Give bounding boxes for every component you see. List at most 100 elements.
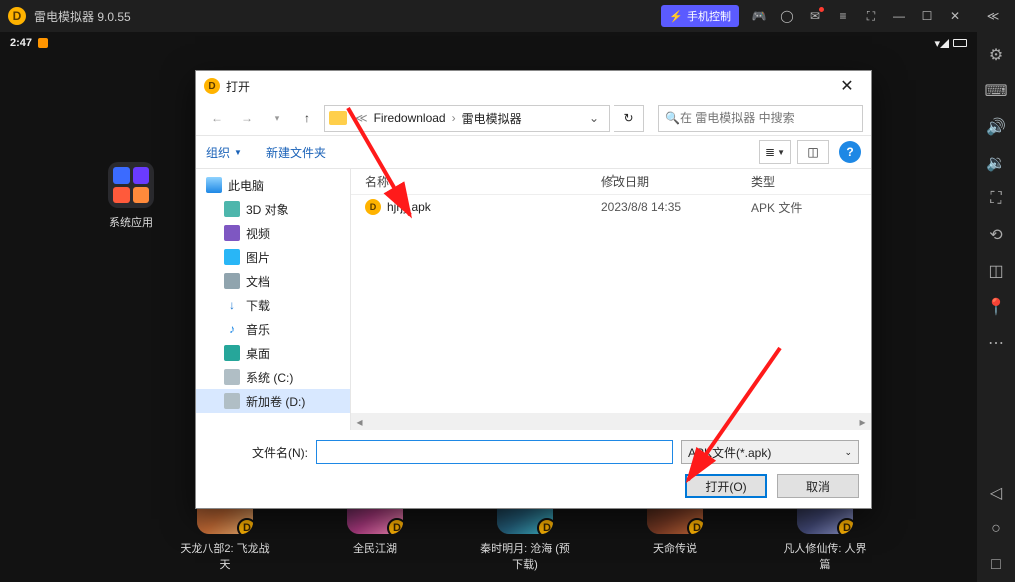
- phone-control-button[interactable]: ⚡ 手机控制: [661, 5, 739, 27]
- tree-this-pc[interactable]: 此电脑: [196, 173, 350, 197]
- col-date[interactable]: 修改日期: [601, 173, 751, 190]
- file-date: 2023/8/8 14:35: [601, 200, 751, 214]
- system-apps-label: 系统应用: [100, 214, 162, 230]
- tree-documents[interactable]: 文档: [196, 269, 350, 293]
- side-fullscreen-icon[interactable]: ⛶: [979, 182, 1013, 216]
- dialog-close-button[interactable]: ✕: [827, 72, 867, 100]
- android-recent-button[interactable]: □: [979, 548, 1013, 582]
- user-icon[interactable]: ◯: [773, 2, 801, 30]
- filetype-select[interactable]: APK文件(*.apk) ⌄: [681, 440, 859, 464]
- scroll-right-icon[interactable]: ▸: [854, 413, 871, 430]
- file-row[interactable]: D hjrjy.apk 2023/8/8 14:35 APK 文件: [351, 195, 871, 219]
- apk-file-icon: D: [365, 199, 381, 215]
- statusbar-time: 2:47: [10, 37, 32, 49]
- scroll-left-icon[interactable]: ◂: [351, 413, 368, 430]
- game-label: 天命传说: [630, 540, 720, 556]
- col-label: 名称: [365, 175, 389, 189]
- address-dropdown-icon[interactable]: ⌄: [583, 111, 605, 125]
- tree-c-drive[interactable]: 系统 (C:): [196, 365, 350, 389]
- system-apps-shortcut[interactable]: 系统应用: [100, 162, 162, 230]
- breadcrumb[interactable]: 雷电模拟器: [462, 110, 522, 127]
- filename-input[interactable]: [316, 440, 673, 464]
- mic-indicator-icon: [38, 38, 48, 48]
- emulator-close-button[interactable]: ✕: [941, 2, 969, 30]
- preview-pane-button[interactable]: ◫: [797, 140, 829, 164]
- android-back-button[interactable]: ◁: [979, 476, 1013, 510]
- column-headers: ▴ 名称 修改日期 类型: [351, 169, 871, 195]
- tree-desktop[interactable]: 桌面: [196, 341, 350, 365]
- tree-music[interactable]: ♪音乐: [196, 317, 350, 341]
- tree-3d-objects[interactable]: 3D 对象: [196, 197, 350, 221]
- tree-label: 桌面: [246, 345, 270, 362]
- tree-label: 系统 (C:): [246, 369, 293, 386]
- game-label: 天龙八部2: 飞龙战天: [180, 540, 270, 572]
- chevron-right-icon: ›: [450, 111, 458, 125]
- chevron-down-icon: ⌄: [844, 447, 852, 458]
- refresh-button[interactable]: ↻: [614, 105, 644, 132]
- minimize-button[interactable]: —: [885, 2, 913, 30]
- nav-back-button[interactable]: ←: [204, 105, 230, 131]
- emulator-logo-icon: D: [8, 7, 26, 25]
- fullscreen-icon[interactable]: ⛶: [857, 2, 885, 30]
- side-location-icon[interactable]: 📍: [979, 290, 1013, 324]
- organize-menu[interactable]: 组织 ▼: [206, 144, 242, 161]
- tree-d-drive[interactable]: 新加卷 (D:): [196, 389, 350, 413]
- new-folder-button[interactable]: 新建文件夹: [266, 144, 326, 161]
- search-input[interactable]: [680, 111, 856, 125]
- filename-label: 文件名(N):: [208, 444, 308, 461]
- battery-icon: [953, 39, 967, 47]
- help-button[interactable]: ?: [839, 141, 861, 163]
- nav-up-button[interactable]: ↑: [294, 105, 320, 131]
- phone-control-label: 手机控制: [687, 8, 731, 24]
- view-mode-button[interactable]: ≣ ▼: [759, 140, 791, 164]
- folder-tree: 此电脑 3D 对象 视频 图片 文档 ↓下载 ♪音乐 桌面 系统 (C:) 新加…: [196, 169, 351, 430]
- side-keyboard-icon[interactable]: ⌨: [979, 74, 1013, 108]
- cancel-button[interactable]: 取消: [777, 474, 859, 498]
- nav-forward-button[interactable]: →: [234, 105, 260, 131]
- file-list-area: ▴ 名称 修改日期 类型 D hjrjy.apk 2023/8/8 14:35 …: [351, 169, 871, 430]
- side-settings-icon[interactable]: ⚙: [979, 38, 1013, 72]
- col-type[interactable]: 类型: [751, 173, 871, 190]
- col-name[interactable]: 名称: [351, 173, 601, 190]
- nav-recent-button[interactable]: ▾: [264, 105, 290, 131]
- cancel-button-label: 取消: [806, 478, 830, 495]
- breadcrumb[interactable]: Firedownload: [374, 111, 446, 125]
- tree-label: 图片: [246, 249, 270, 266]
- side-volume-down-icon[interactable]: 🔉: [979, 146, 1013, 180]
- dialog-navbar: ← → ▾ ↑ ≪ Firedownload › 雷电模拟器 ⌄ ↻ 🔍: [196, 101, 871, 135]
- tree-label: 下载: [246, 297, 270, 314]
- bolt-icon: ⚡: [669, 10, 683, 23]
- tree-label: 新加卷 (D:): [246, 393, 305, 410]
- side-refresh-icon[interactable]: ⟲: [979, 218, 1013, 252]
- signal-icon: [940, 39, 949, 48]
- tree-label: 文档: [246, 273, 270, 290]
- new-folder-label: 新建文件夹: [266, 144, 326, 161]
- side-more-icon[interactable]: ⋯: [979, 326, 1013, 360]
- android-statusbar: 2:47 ▾: [0, 32, 977, 54]
- chevron-down-icon: ▼: [234, 148, 242, 157]
- address-bar[interactable]: ≪ Firedownload › 雷电模拟器 ⌄: [324, 105, 610, 132]
- tree-pictures[interactable]: 图片: [196, 245, 350, 269]
- side-multi-instance-icon[interactable]: ◫: [979, 254, 1013, 288]
- menu-icon[interactable]: ≡: [829, 2, 857, 30]
- tree-videos[interactable]: 视频: [196, 221, 350, 245]
- collapse-sidebar-button[interactable]: ≪: [979, 2, 1007, 30]
- dialog-toolbar: 组织 ▼ 新建文件夹 ≣ ▼ ◫ ?: [196, 135, 871, 169]
- open-button[interactable]: 打开(O): [685, 474, 767, 498]
- side-volume-up-icon[interactable]: 🔊: [979, 110, 1013, 144]
- android-home-button[interactable]: ○: [979, 512, 1013, 546]
- gamepad-icon[interactable]: 🎮: [745, 2, 773, 30]
- search-box[interactable]: 🔍: [658, 105, 863, 132]
- emulator-titlebar: D 雷电模拟器 9.0.55 ⚡ 手机控制 🎮 ◯ ✉ ≡ ⛶ — ☐ ✕ ≪: [0, 0, 1015, 32]
- horizontal-scrollbar[interactable]: ◂ ▸: [351, 413, 871, 430]
- open-button-label: 打开(O): [705, 478, 746, 495]
- emulator-side-toolbar: ⚙ ⌨ 🔊 🔉 ⛶ ⟲ ◫ 📍 ⋯ ◁ ○ □: [977, 32, 1015, 582]
- mail-icon[interactable]: ✉: [801, 2, 829, 30]
- tree-label: 此电脑: [228, 177, 264, 194]
- tree-downloads[interactable]: ↓下载: [196, 293, 350, 317]
- folder-icon: [329, 111, 347, 125]
- dialog-titlebar: D 打开 ✕: [196, 71, 871, 101]
- dialog-title: 打开: [226, 78, 250, 95]
- game-label: 秦时明月: 沧海 (预下载): [480, 540, 570, 572]
- maximize-button[interactable]: ☐: [913, 2, 941, 30]
